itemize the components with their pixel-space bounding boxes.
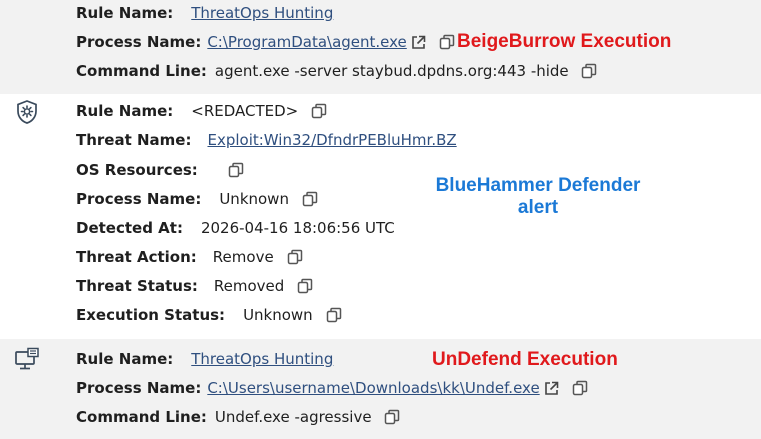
threat-name-link[interactable]: Exploit:Win32/DfndrPEBluHmr.BZ bbox=[207, 131, 456, 149]
execution-status-value: Unknown bbox=[243, 306, 313, 324]
process-name-label: Process Name: bbox=[76, 379, 202, 397]
alert-section-beigeburrow: Rule Name: ThreatOps Hunting Process Nam… bbox=[0, 0, 761, 94]
copy-icon[interactable] bbox=[297, 278, 313, 294]
process-name-value: Unknown bbox=[219, 190, 289, 208]
rule-name-value: <REDACTED> bbox=[191, 102, 299, 120]
annotation-line-2: alert bbox=[517, 197, 559, 218]
execution-status-label: Execution Status: bbox=[76, 306, 226, 324]
threat-action-row: Threat Action: Remove bbox=[76, 246, 303, 268]
process-name-row: Process Name: C:\ProgramData\agent.exe bbox=[76, 31, 455, 53]
copy-icon[interactable] bbox=[311, 103, 327, 119]
detected-at-label: Detected At: bbox=[76, 219, 183, 237]
threat-status-value: Removed bbox=[213, 277, 285, 295]
copy-icon[interactable] bbox=[439, 34, 455, 50]
detected-at-value: 2026-04-16 18:06:56 UTC bbox=[200, 219, 395, 237]
copy-icon[interactable] bbox=[572, 380, 588, 396]
rule-name-link[interactable]: ThreatOps Hunting bbox=[191, 4, 333, 22]
copy-icon[interactable] bbox=[287, 249, 303, 265]
execution-status-row: Execution Status: Unknown bbox=[76, 304, 342, 326]
threat-name-row: Threat Name: Exploit:Win32/DfndrPEBluHmr… bbox=[76, 129, 457, 151]
rule-name-label: Rule Name: bbox=[76, 350, 174, 368]
external-link-icon[interactable] bbox=[411, 35, 426, 50]
copy-icon[interactable] bbox=[228, 162, 244, 178]
process-name-label: Process Name: bbox=[76, 33, 202, 51]
command-line-value: agent.exe -server staybud.dpdns.org:443 … bbox=[214, 62, 569, 80]
threat-status-row: Threat Status: Removed bbox=[76, 275, 313, 297]
process-name-row: Process Name: C:\Users\username\Download… bbox=[76, 377, 588, 399]
copy-icon[interactable] bbox=[384, 409, 400, 425]
alert-section-defender: Rule Name: <REDACTED> Threat Name: Explo… bbox=[0, 94, 761, 339]
process-path-link[interactable]: C:\Users\username\Downloads\kk\Undef.exe bbox=[207, 379, 539, 397]
annotation-undefend: UnDefend Execution bbox=[432, 349, 618, 370]
rule-name-link[interactable]: ThreatOps Hunting bbox=[191, 350, 333, 368]
computer-process-icon bbox=[14, 347, 40, 373]
threat-name-label: Threat Name: bbox=[76, 131, 192, 149]
annotation-line-1: BlueHammer Defender bbox=[435, 175, 641, 196]
copy-icon[interactable] bbox=[326, 307, 342, 323]
threat-action-value: Remove bbox=[212, 248, 274, 266]
copy-icon[interactable] bbox=[581, 63, 597, 79]
command-line-label: Command Line: bbox=[76, 62, 207, 80]
rule-name-label: Rule Name: bbox=[76, 4, 174, 22]
process-name-row: Process Name: Unknown bbox=[76, 188, 318, 210]
shield-gear-icon bbox=[14, 99, 40, 125]
threat-status-label: Threat Status: bbox=[76, 277, 198, 295]
os-resources-row: OS Resources: bbox=[76, 159, 244, 181]
detected-at-row: Detected At: 2026-04-16 18:06:56 UTC bbox=[76, 217, 395, 239]
process-path-link[interactable]: C:\ProgramData\agent.exe bbox=[207, 33, 406, 51]
external-link-icon[interactable] bbox=[544, 381, 559, 396]
threat-action-label: Threat Action: bbox=[76, 248, 197, 266]
command-line-row: Command Line: agent.exe -server staybud.… bbox=[76, 60, 597, 82]
rule-name-row: Rule Name: ThreatOps Hunting bbox=[76, 348, 333, 370]
copy-icon[interactable] bbox=[302, 191, 318, 207]
command-line-label: Command Line: bbox=[76, 408, 207, 426]
rule-name-label: Rule Name: bbox=[76, 102, 174, 120]
os-resources-label: OS Resources: bbox=[76, 161, 198, 179]
command-line-value: Undef.exe -agressive bbox=[214, 408, 372, 426]
alert-section-undefend: Rule Name: ThreatOps Hunting Process Nam… bbox=[0, 339, 761, 439]
command-line-row: Command Line: Undef.exe -agressive bbox=[76, 406, 400, 428]
annotation-bluehammer: BlueHammer Defender alert bbox=[420, 175, 656, 219]
rule-name-row: Rule Name: <REDACTED> bbox=[76, 100, 327, 122]
annotation-beigeburrow: BeigeBurrow Execution bbox=[457, 31, 672, 52]
process-name-label: Process Name: bbox=[76, 190, 202, 208]
rule-name-row: Rule Name: ThreatOps Hunting bbox=[76, 2, 333, 24]
